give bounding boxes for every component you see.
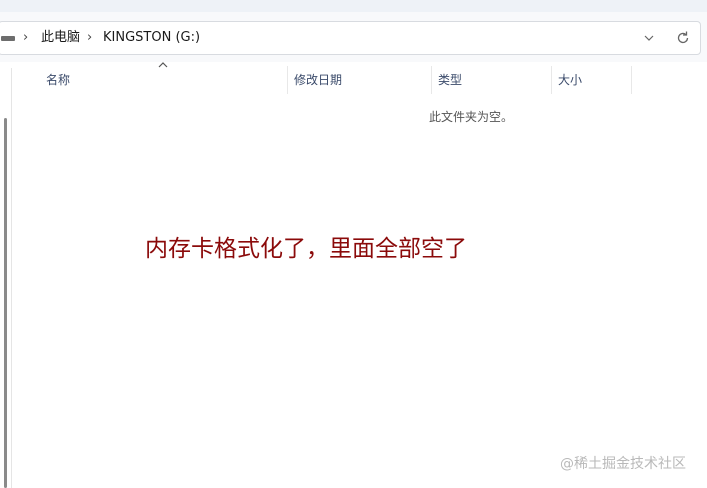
- navigation-pane-divider: [11, 68, 12, 488]
- column-header-name[interactable]: 名称: [46, 71, 70, 89]
- column-divider[interactable]: [631, 66, 632, 94]
- chevron-right-icon[interactable]: ›: [87, 30, 92, 46]
- watermark: @稀土掘金技术社区: [560, 456, 686, 472]
- column-divider[interactable]: [431, 66, 432, 94]
- navigation-scrollbar[interactable]: [4, 118, 7, 488]
- refresh-icon[interactable]: [675, 28, 691, 48]
- drive-icon: [1, 36, 15, 41]
- address-bar[interactable]: › 此电脑 › KINGSTON (G:): [0, 21, 701, 55]
- column-divider[interactable]: [551, 66, 552, 94]
- chevron-down-icon[interactable]: [641, 28, 657, 48]
- title-strip: [0, 0, 707, 12]
- column-header-size[interactable]: 大小: [558, 71, 582, 89]
- sort-up-icon: [158, 62, 168, 68]
- empty-folder-message: 此文件夹为空。: [429, 110, 514, 124]
- chevron-right-icon[interactable]: ›: [23, 30, 28, 46]
- breadcrumb-drive[interactable]: KINGSTON (G:): [103, 30, 200, 46]
- breadcrumb-this-pc[interactable]: 此电脑: [41, 30, 80, 46]
- address-bar-area: › 此电脑 › KINGSTON (G:): [0, 12, 707, 62]
- annotation-text: 内存卡格式化了，里面全部空了: [145, 236, 467, 262]
- column-header-type[interactable]: 类型: [438, 71, 462, 89]
- column-divider[interactable]: [287, 66, 288, 94]
- column-header-modified[interactable]: 修改日期: [294, 71, 342, 89]
